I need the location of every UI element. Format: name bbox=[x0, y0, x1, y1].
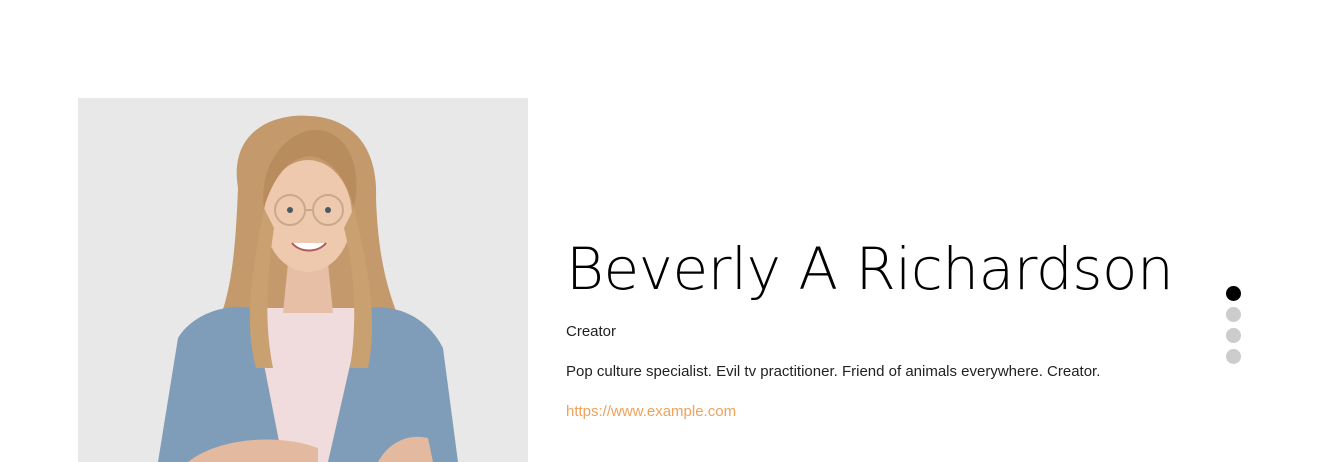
profile-role: Creator bbox=[566, 323, 617, 340]
pagination-dot-4[interactable] bbox=[1226, 349, 1241, 364]
pagination-dot-2[interactable] bbox=[1226, 307, 1241, 322]
profile-website-link[interactable]: https://www.example.com bbox=[566, 402, 736, 422]
portrait-illustration bbox=[78, 98, 528, 462]
profile-name: Beverly A Richardson bbox=[566, 235, 1174, 303]
profile-photo bbox=[78, 98, 528, 462]
pagination-dot-3[interactable] bbox=[1226, 328, 1241, 343]
pagination-dot-1[interactable] bbox=[1226, 286, 1241, 301]
profile-section: Beverly A Richardson Creator Pop culture… bbox=[0, 0, 1327, 462]
profile-bio: Pop culture specialist. Evil tv practiti… bbox=[566, 363, 1101, 380]
slider-pagination bbox=[1226, 286, 1241, 370]
profile-info: Beverly A Richardson Creator Pop culture… bbox=[566, 232, 1186, 422]
